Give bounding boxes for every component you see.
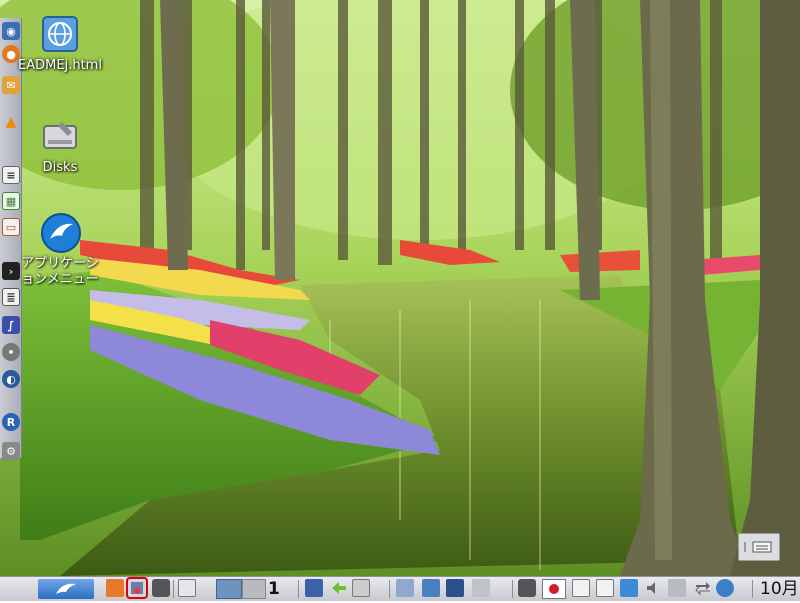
desktop-icon-app-menu[interactable]: アプリケーシ ョンメニュー bbox=[14, 212, 106, 288]
desktop-wallpaper bbox=[0, 0, 800, 576]
desktop-icon-label: アプリケーシ bbox=[21, 256, 99, 271]
back-arrow-icon[interactable] bbox=[330, 579, 348, 597]
home-folder-icon[interactable] bbox=[422, 579, 440, 597]
workspace-1[interactable] bbox=[216, 579, 242, 599]
settings-icon[interactable]: ⚙ bbox=[2, 442, 20, 460]
keyboard-tray-button[interactable] bbox=[738, 533, 780, 561]
info-icon[interactable] bbox=[596, 579, 614, 597]
desktop-icon-label: Disks bbox=[42, 160, 78, 175]
inkscape-icon[interactable]: ∫ bbox=[2, 316, 20, 334]
text-editor-icon[interactable]: ≣ bbox=[2, 288, 20, 306]
disk-utility-icon[interactable] bbox=[305, 579, 323, 597]
desktop-icon-readme[interactable]: EADMEj.html bbox=[14, 14, 106, 74]
keyboard-icon bbox=[744, 541, 772, 553]
volume-icon[interactable] bbox=[644, 579, 662, 597]
input-method-japan-flag-icon[interactable] bbox=[542, 579, 566, 599]
thunderbird-icon[interactable]: ◐ bbox=[2, 370, 20, 388]
software-updater-icon[interactable] bbox=[126, 577, 148, 599]
settings-manager-icon[interactable] bbox=[106, 579, 124, 597]
lubuntu-bird-icon bbox=[40, 212, 81, 253]
file-viewer-icon[interactable] bbox=[352, 579, 370, 597]
transfer-icon[interactable] bbox=[694, 579, 712, 597]
r-language-icon[interactable]: R bbox=[2, 413, 20, 431]
battery-icon[interactable] bbox=[668, 579, 686, 597]
screenshot-camera-icon[interactable] bbox=[152, 579, 170, 597]
lubuntu-bird-icon bbox=[56, 583, 76, 594]
mail-icon[interactable]: ✉ bbox=[2, 76, 20, 94]
network-icon[interactable] bbox=[620, 579, 638, 597]
taskbar: 1 10月 bbox=[0, 576, 800, 601]
start-menu-button[interactable] bbox=[38, 579, 94, 599]
disk-drive-icon bbox=[40, 116, 80, 156]
globe-html-icon bbox=[40, 14, 80, 54]
update-notifier-icon[interactable] bbox=[716, 579, 734, 597]
file-manager-icon[interactable] bbox=[396, 579, 414, 597]
desktop-icon-label: ョンメニュー bbox=[21, 272, 99, 287]
input-mode-icon[interactable] bbox=[572, 579, 590, 597]
disc-icon[interactable]: • bbox=[2, 343, 20, 361]
monitor-icon[interactable] bbox=[446, 579, 464, 597]
workspace-2[interactable] bbox=[242, 579, 266, 599]
spreadsheet-icon[interactable]: ▦ bbox=[2, 192, 20, 210]
desktop-icon-disks[interactable]: Disks bbox=[14, 116, 106, 176]
desktop-icon-label: EADMEj.html bbox=[18, 58, 102, 73]
calculator-icon[interactable] bbox=[472, 579, 490, 597]
workspace-number: 1 bbox=[268, 579, 280, 599]
camera-icon[interactable] bbox=[518, 579, 536, 597]
clock[interactable]: 10月 bbox=[760, 579, 800, 599]
window-list-icon[interactable] bbox=[178, 579, 196, 597]
